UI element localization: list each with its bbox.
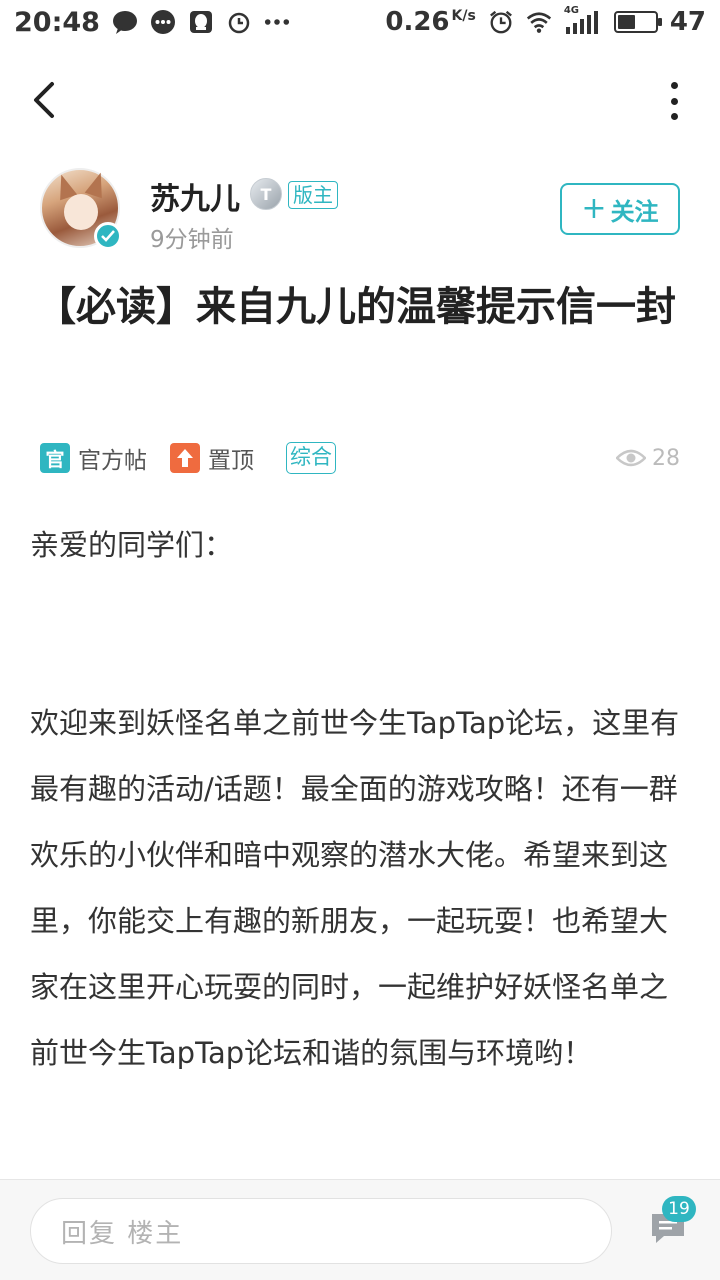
post-content: 亲爱的同学们： 欢迎来到妖怪名单之前世今生TapTap论坛，这里有最有趣的活动/… bbox=[30, 512, 690, 1086]
pinned-label: 置顶 bbox=[208, 448, 254, 474]
eye-icon bbox=[616, 449, 646, 467]
reply-input[interactable]: 回复 楼主 bbox=[30, 1198, 612, 1264]
alarm-icon bbox=[488, 9, 514, 35]
view-count: 28 bbox=[616, 438, 680, 478]
post-time: 9分钟前 bbox=[150, 227, 234, 253]
level-badge-icon: T bbox=[250, 178, 282, 210]
official-label: 官方帖 bbox=[78, 448, 147, 474]
category-badge[interactable]: 综合 bbox=[286, 442, 336, 474]
more-vertical-icon bbox=[670, 82, 678, 89]
moderator-badge: 版主 bbox=[288, 181, 338, 209]
verified-icon bbox=[94, 222, 122, 250]
official-tag: 官 官方帖 bbox=[40, 438, 147, 478]
more-notifications-icon bbox=[264, 9, 290, 35]
author-row: 苏九儿 T 版主 9分钟前 + 关注 bbox=[40, 168, 680, 253]
post-body: 欢迎来到妖怪名单之前世今生TapTap论坛，这里有最有趣的活动/话题！最全面的游… bbox=[30, 706, 680, 1070]
battery-icon bbox=[613, 11, 662, 33]
follow-label: 关注 bbox=[610, 197, 659, 226]
network-type-label: 4G bbox=[563, 5, 579, 16]
status-time: 20:48 bbox=[14, 6, 100, 38]
back-button[interactable] bbox=[26, 78, 66, 122]
official-icon: 官 bbox=[40, 443, 70, 473]
plus-icon: + bbox=[581, 191, 607, 226]
wifi-icon bbox=[526, 9, 552, 35]
arrow-up-icon bbox=[170, 443, 200, 473]
view-count-value: 28 bbox=[652, 445, 680, 471]
chevron-left-icon bbox=[34, 82, 54, 118]
author-name[interactable]: 苏九儿 bbox=[150, 174, 240, 218]
follow-button[interactable]: + 关注 bbox=[560, 183, 680, 235]
battery-percent: 47 bbox=[669, 7, 706, 37]
status-bar: 20:48 0.26 K/s 4G 47 bbox=[0, 0, 720, 44]
post-tags: 官 官方帖 置顶 综合 28 bbox=[40, 438, 680, 478]
message-dots-icon bbox=[150, 9, 176, 35]
comment-count-badge: 19 bbox=[662, 1196, 696, 1222]
alarm-small-icon bbox=[226, 9, 252, 35]
avatar[interactable] bbox=[40, 168, 122, 250]
post-title: 【必读】来自九儿的温馨提示信一封 bbox=[36, 284, 676, 330]
chat-bubble-icon bbox=[112, 9, 138, 35]
network-speed: 0.26 K/s bbox=[385, 7, 476, 37]
post-greeting: 亲爱的同学们： bbox=[30, 528, 234, 562]
reply-bar: 回复 楼主 19 bbox=[0, 1179, 720, 1280]
top-bar bbox=[0, 60, 720, 140]
signal-icon: 4G bbox=[564, 5, 602, 35]
pinned-tag: 置顶 bbox=[170, 438, 254, 478]
more-button[interactable] bbox=[664, 82, 684, 120]
qq-icon bbox=[188, 9, 214, 35]
